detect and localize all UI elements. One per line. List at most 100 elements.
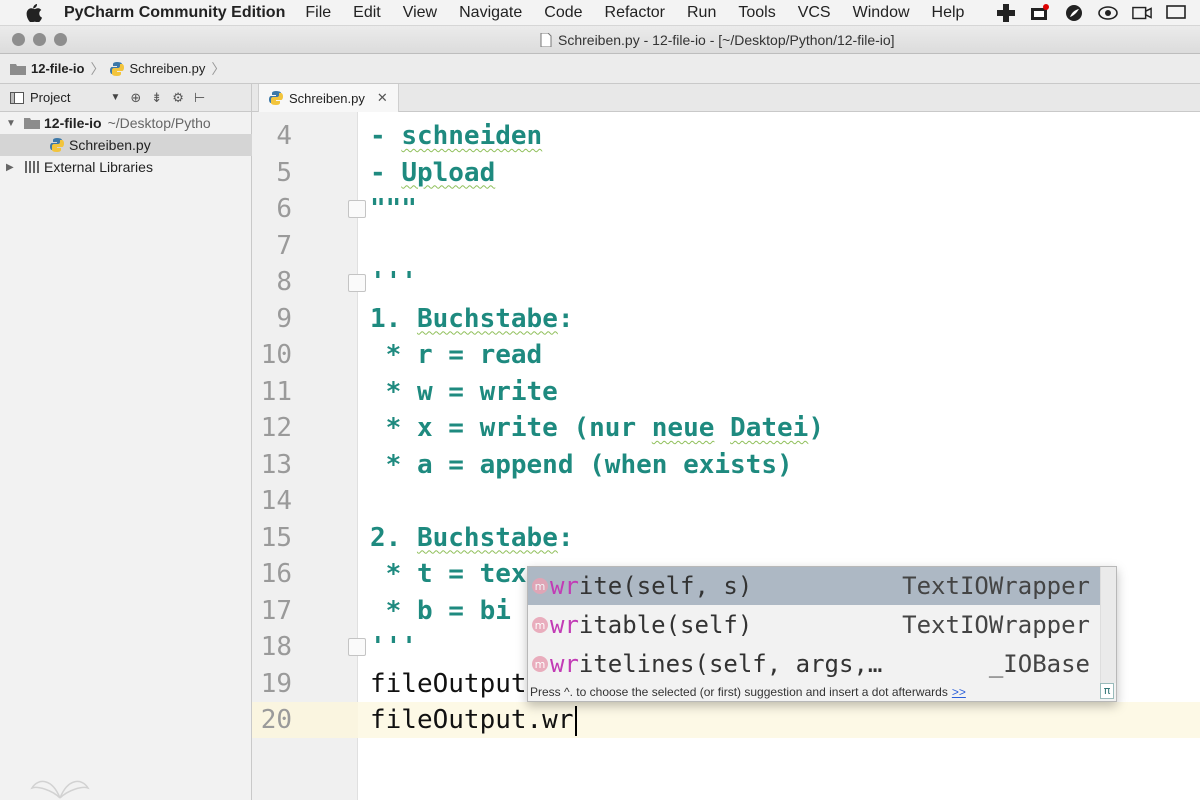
code-line-text: 1. Buchstabe: [370,303,574,334]
app-name-menu[interactable]: PyCharm Community Edition [64,4,285,22]
breadcrumb-separator-icon: 〉 [90,60,105,77]
close-window-button[interactable] [12,33,25,46]
code-line[interactable]: 13 * a = append (when exists) [252,447,1200,483]
project-panel-header: Project ▼ ⊕ ⇟ ⚙ ⊢ [0,84,252,112]
line-number: 12 [260,413,292,443]
completion-signature: itelines(self, args,… [578,650,883,678]
line-number: 4 [276,121,292,151]
window-title: Schreiben.py - 12-file-io - [~/Desktop/P… [540,32,895,48]
completion-item[interactable]: m wr itelines(self, args,… _IOBase [528,645,1100,683]
code-line-text: ''' [370,632,417,662]
tree-item-schreiben-py[interactable]: Schreiben.py [0,134,252,156]
menu-bar: PyCharm Community Edition File Edit View… [0,0,1200,26]
menu-edit[interactable]: Edit [353,4,381,22]
breadcrumb-separator-icon: 〉 [211,60,226,77]
menu-navigate[interactable]: Navigate [459,4,522,22]
camera-icon[interactable] [1132,3,1152,23]
project-panel-title[interactable]: Project [30,90,70,105]
completion-signature: ite(self, s) [578,572,753,600]
completion-more-link[interactable]: >> [952,685,966,699]
window-title-bar: Schreiben.py - 12-file-io - [~/Desktop/P… [0,26,1200,54]
line-number: 17 [260,595,292,626]
line-number: 16 [260,559,292,589]
code-line[interactable]: 6 """ [252,191,1200,227]
project-view-icon [10,91,24,104]
code-line[interactable]: 5 - Upload [252,155,1200,191]
menu-refactor[interactable]: Refactor [605,4,665,22]
breadcrumb-file-label: Schreiben.py [129,61,206,76]
recording-icon[interactable] [1030,3,1050,23]
code-line-text: * b = bi [370,595,511,626]
menu-file[interactable]: File [305,4,331,22]
python-icon [50,138,64,152]
pi-icon[interactable]: π [1100,683,1114,699]
line-number: 5 [276,157,292,188]
plus-cross-icon[interactable] [996,3,1016,23]
code-line[interactable]: 15 2. Buchstabe: [252,520,1200,556]
chevron-down-icon[interactable]: ▼ [110,92,120,103]
code-line-text: - schneiden [370,121,543,151]
text-caret [574,705,577,736]
tree-item-12-file-io[interactable]: ▼ 12-file-io ~/Desktop/Pytho [0,112,252,134]
spellcheck-word: Upload [401,157,496,188]
spellcheck-word: Buchstabe [416,303,558,334]
chevron-right-icon[interactable]: ▶ [6,162,18,173]
completion-item[interactable]: m wr ite(self, s) TextIOWrapper [528,567,1100,605]
apple-icon[interactable] [22,3,46,22]
python-icon [110,61,125,76]
gear-icon[interactable]: ⚙ [172,90,184,106]
menu-window[interactable]: Window [853,4,910,22]
display-icon[interactable] [1166,3,1186,23]
code-line[interactable]: 10 * r = read [252,337,1200,373]
project-tree: ▼ 12-file-io ~/Desktop/Pytho Schreiben.p… [0,112,252,800]
line-number: 15 [260,522,292,553]
leaf-icon[interactable] [1064,3,1084,23]
menu-code[interactable]: Code [544,4,582,22]
hide-panel-icon[interactable]: ⊢ [194,90,205,106]
close-icon[interactable]: ✕ [377,90,388,106]
code-line[interactable]: 4 - schneiden [252,118,1200,154]
tab-schreiben-py[interactable]: Schreiben.py ✕ [258,84,399,112]
fold-marker-icon[interactable] [348,638,366,656]
code-line[interactable]: 14 [252,483,1200,519]
code-line[interactable]: 8 ''' [252,264,1200,300]
completion-item[interactable]: m wr itable(self) TextIOWrapper [528,606,1100,644]
menu-run[interactable]: Run [687,4,716,22]
tree-item-external-libraries[interactable]: ▶ External Libraries [0,156,252,178]
libraries-icon [25,161,39,173]
locate-target-icon[interactable]: ⊕ [130,90,141,106]
code-line-text: * x = write (nur neue Datei) [370,413,824,443]
code-line[interactable]: 11 * w = write [252,374,1200,410]
breadcrumb-folder[interactable]: 12-file-io [10,61,84,76]
fold-marker-icon[interactable] [348,200,366,218]
completion-hint: Press ^. to choose the selected (or firs… [528,683,1100,701]
fold-marker-icon[interactable] [348,274,366,292]
code-line-text: 2. Buchstabe: [370,522,574,553]
folder-icon [10,63,26,75]
line-number: 11 [260,376,292,407]
code-line[interactable]: 9 1. Buchstabe: [252,301,1200,337]
menu-help[interactable]: Help [932,4,965,22]
menu-vcs[interactable]: VCS [798,4,831,22]
method-icon: m [532,578,548,594]
folder-icon [24,118,40,129]
line-number: 8 [276,267,292,297]
breadcrumb: 12-file-io 〉 Schreiben.py 〉 [0,54,1200,84]
breadcrumb-file[interactable]: Schreiben.py [110,61,205,76]
eye-icon[interactable] [1098,3,1118,23]
code-line[interactable]: 20 fileOutput.wr [252,702,1200,738]
minimize-window-button[interactable] [33,33,46,46]
completion-scrollbar[interactable] [1100,567,1116,683]
zoom-window-button[interactable] [54,33,67,46]
completion-match: wr [550,611,579,639]
chevron-down-icon[interactable]: ▼ [6,118,18,129]
menu-view[interactable]: View [403,4,437,22]
code-line[interactable]: 7 [252,228,1200,264]
code-line[interactable]: 12 * x = write (nur neue Datei) [252,410,1200,446]
tab-label: Schreiben.py [289,90,365,106]
completion-match: wr [550,572,579,600]
menu-tools[interactable]: Tools [738,4,775,22]
code-line-text: * a = append (when exists) [370,449,793,480]
code-line-text: """ [370,194,417,224]
collapse-all-icon[interactable]: ⇟ [151,90,162,106]
